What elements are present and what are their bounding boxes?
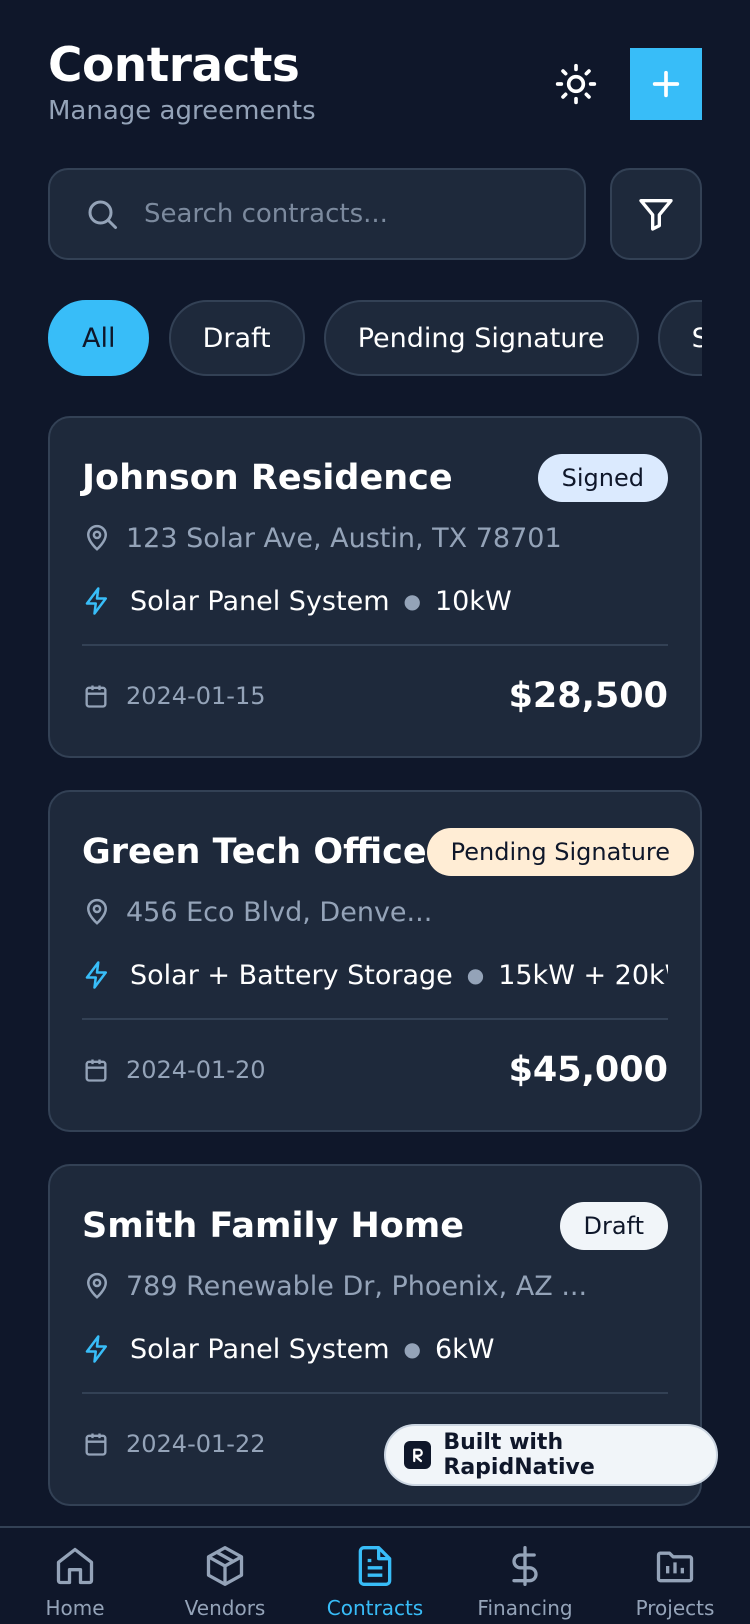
contract-price: $45,000	[508, 1050, 668, 1090]
package-icon	[206, 1546, 244, 1586]
divider	[82, 644, 668, 646]
system-type: Solar Panel System	[130, 585, 390, 617]
page-subtitle: Manage agreements	[48, 96, 316, 126]
system-type: Solar + Battery Storage	[130, 959, 453, 991]
system-capacity: 6kW	[434, 1333, 495, 1365]
calendar-icon	[85, 1059, 107, 1082]
tab-vendors[interactable]: Vendors	[150, 1528, 300, 1624]
separator-dot: ●	[466, 963, 485, 987]
calendar-icon	[85, 685, 107, 708]
contract-name: Green Tech Office	[82, 832, 427, 872]
contract-card[interactable]: Green Tech Office Pending Signature 456 …	[48, 790, 702, 1132]
contract-address: 789 Renewable Dr, Phoenix, AZ ...	[126, 1270, 588, 1302]
filter-button[interactable]	[610, 168, 702, 260]
separator-dot: ●	[403, 589, 421, 613]
status-filter-chips: All Draft Pending Signature Sig	[48, 300, 702, 378]
status-badge: Pending Signature	[426, 828, 695, 876]
header: Contracts Manage agreements	[48, 38, 702, 138]
system-capacity: 10kW	[434, 585, 512, 617]
tab-label: Vendors	[184, 1596, 266, 1620]
map-pin-icon	[86, 898, 108, 925]
search-input[interactable]: Search contracts...	[48, 168, 586, 260]
status-badge: Draft	[559, 1202, 668, 1250]
chip-draft[interactable]: Draft	[168, 300, 305, 376]
tab-home[interactable]: Home	[0, 1528, 150, 1624]
plus-icon	[652, 70, 680, 98]
tab-financing[interactable]: Financing	[450, 1528, 600, 1624]
dollar-icon	[512, 1546, 538, 1586]
status-badge: Signed	[537, 454, 668, 502]
search-icon	[88, 200, 117, 229]
sun-icon	[555, 63, 597, 105]
map-pin-icon	[86, 1272, 108, 1299]
separator-dot: ●	[403, 1337, 421, 1361]
lightning-icon	[85, 1335, 107, 1363]
chip-all[interactable]: All	[48, 300, 150, 376]
theme-toggle-button[interactable]	[550, 58, 602, 110]
built-with-rapidnative-badge[interactable]: Built with RapidNative	[384, 1424, 718, 1486]
contract-name: Johnson Residence	[82, 458, 453, 498]
tab-label: Projects	[635, 1596, 715, 1620]
lightning-icon	[85, 587, 107, 615]
contract-card[interactable]: Johnson Residence Signed 123 Solar Ave, …	[48, 416, 702, 758]
page-title: Contracts	[48, 38, 300, 93]
system-capacity: 15kW + 20kWh	[498, 959, 668, 991]
tab-projects[interactable]: Projects	[600, 1528, 750, 1624]
rapidnative-logo-icon	[404, 1441, 432, 1469]
lightning-icon	[85, 961, 107, 989]
contract-address: 123 Solar Ave, Austin, TX 78701	[126, 522, 562, 554]
tab-label: Home	[45, 1596, 105, 1620]
folder-chart-icon	[656, 1551, 694, 1583]
tab-label: Financing	[477, 1596, 573, 1620]
contract-date: 2024-01-15	[126, 682, 266, 710]
document-icon	[358, 1546, 392, 1586]
divider	[82, 1392, 668, 1394]
add-contract-button[interactable]	[630, 48, 702, 120]
bottom-tab-bar: Home Vendors Contracts Financing Project…	[0, 1526, 750, 1624]
search-placeholder: Search contracts...	[144, 199, 388, 229]
contract-date: 2024-01-20	[126, 1056, 266, 1084]
divider	[82, 1018, 668, 1020]
contract-date: 2024-01-22	[126, 1430, 266, 1458]
chip-pending-signature[interactable]: Pending Signature	[323, 300, 639, 376]
contract-name: Smith Family Home	[82, 1206, 464, 1246]
filter-icon	[639, 199, 673, 231]
tab-label: Contracts	[326, 1596, 424, 1620]
chip-signed[interactable]: Sig	[657, 300, 702, 376]
tab-contracts[interactable]: Contracts	[300, 1528, 450, 1624]
system-type: Solar Panel System	[130, 1333, 390, 1365]
calendar-icon	[85, 1433, 107, 1456]
contract-price: $28,500	[508, 676, 668, 716]
built-with-label: Built with RapidNative	[443, 1430, 595, 1480]
contract-address: 456 Eco Blvd, Denve...	[126, 896, 433, 928]
home-icon	[56, 1547, 94, 1585]
map-pin-icon	[86, 524, 108, 551]
